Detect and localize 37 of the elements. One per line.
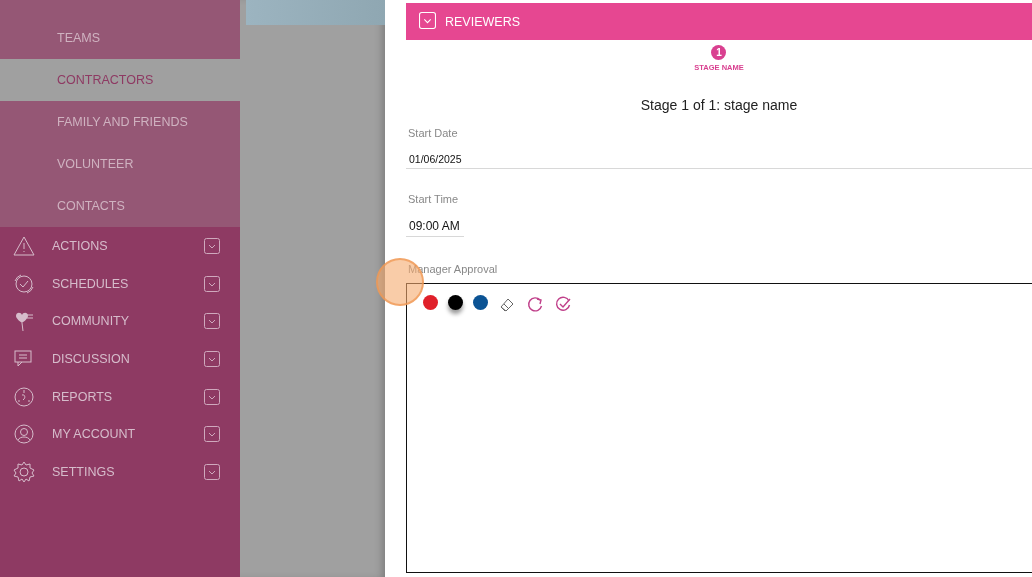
chevron-down-icon[interactable] — [204, 275, 220, 292]
pen-color-swatch[interactable] — [473, 295, 488, 310]
sidebar-item[interactable]: REPORTS — [52, 389, 204, 404]
sidebar-subitem[interactable]: CONTACTS — [0, 185, 240, 227]
warning-icon — [13, 234, 35, 257]
gear-icon — [13, 460, 35, 483]
step-number[interactable]: 1 — [711, 45, 727, 60]
redo-icon[interactable] — [526, 295, 544, 313]
pen-color-swatch[interactable] — [448, 295, 463, 310]
chevron-down-icon[interactable] — [204, 237, 220, 254]
sidebar-item[interactable]: COMMUNITY — [52, 314, 204, 329]
check-circle-icon[interactable] — [554, 295, 572, 313]
clock-icon — [13, 272, 35, 295]
sidebar-item[interactable]: SCHEDULES — [52, 276, 204, 291]
sidebar-subitem[interactable]: TEAMS — [0, 17, 240, 59]
sidebar-subitem[interactable]: CONTRACTORS — [0, 59, 240, 101]
sidebar-subitem[interactable]: FAMILY AND FRIENDS — [0, 101, 240, 143]
user-icon — [13, 423, 35, 446]
chevron-down-icon[interactable] — [204, 426, 220, 443]
chevron-down-icon[interactable] — [204, 463, 220, 480]
time-field[interactable]: 09:00 AM — [406, 219, 464, 237]
chevron-down-icon[interactable] — [204, 388, 220, 405]
pen-color-swatch[interactable] — [423, 295, 438, 310]
chevron-down-icon[interactable] — [204, 313, 220, 330]
hearts-icon — [13, 310, 35, 333]
date-field[interactable]: 01/06/2025 — [406, 153, 1032, 169]
section-header[interactable]: REVIEWERS — [406, 3, 1032, 40]
sidebar-item[interactable]: SETTINGS — [52, 464, 204, 479]
sidebar-subitem[interactable]: VOLUNTEER — [0, 143, 240, 185]
chevron-down-icon[interactable] — [204, 350, 220, 367]
gauge-icon — [13, 385, 35, 408]
sidebar-item[interactable]: ACTIONS — [52, 238, 204, 253]
sidebar-item[interactable]: MY ACCOUNT — [52, 427, 204, 442]
field-label: Start Date — [408, 127, 459, 139]
stage-title: Stage 1 of 1: stage name — [639, 97, 799, 113]
field-label: Start Time — [408, 193, 460, 205]
sidebar-item[interactable]: DISCUSSION — [52, 351, 204, 366]
